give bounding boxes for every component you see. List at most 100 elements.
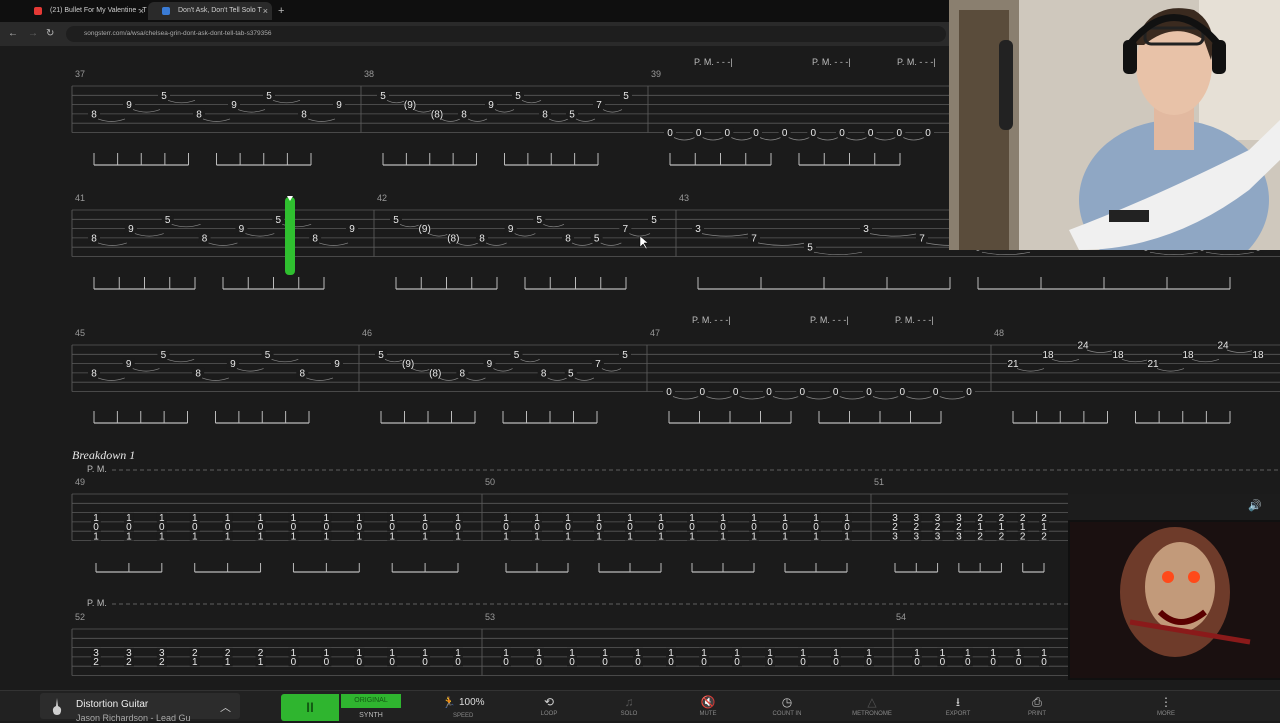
slur: [466, 377, 486, 381]
tab-note: 0: [503, 657, 509, 668]
tab-note: 0: [422, 657, 428, 668]
tab-note: 0: [701, 657, 707, 668]
slur: [757, 242, 807, 246]
tab-note: 1: [291, 532, 297, 543]
slur: [493, 368, 513, 372]
tab-note: 8: [542, 109, 548, 120]
tab-note: 0: [602, 657, 608, 668]
tab-note: 0: [696, 128, 702, 139]
slur: [874, 137, 896, 141]
tab-note: 9: [126, 359, 132, 370]
slur: [236, 368, 264, 372]
tool-count-in[interactable]: ◷ COUNT IN: [757, 695, 817, 719]
tab-note: 5: [515, 91, 521, 102]
speaker-icon[interactable]: 🔊: [1248, 499, 1262, 512]
slur: [1016, 368, 1045, 372]
slur: [457, 242, 479, 246]
slur: [439, 377, 459, 381]
pause-button[interactable]: II: [281, 694, 339, 721]
slur: [548, 118, 569, 122]
tab-note: 1: [565, 532, 571, 543]
slur: [1156, 368, 1185, 372]
tab-note: 5: [623, 91, 629, 102]
measure-number: 49: [75, 477, 85, 487]
metronome-icon: ◷: [781, 695, 793, 709]
tab-note: 8: [202, 233, 208, 244]
slur: [167, 99, 196, 104]
tool-label: METRONOME: [852, 711, 892, 717]
measure-number: 41: [75, 193, 85, 203]
speed-value[interactable]: 100%: [459, 697, 485, 708]
measure-number: 54: [896, 612, 906, 622]
tab-note: 0: [833, 387, 839, 398]
slur: [132, 109, 161, 113]
track-instrument: Distortion Guitar: [76, 699, 149, 710]
measure-number: 51: [874, 477, 884, 487]
tab-note: 8: [541, 368, 547, 379]
tab-note: 9: [230, 359, 236, 370]
slur: [202, 118, 231, 122]
palm-mute-label: P. M.: [87, 598, 107, 608]
tool-solo[interactable]: ♫ SOLO: [599, 695, 659, 719]
slur: [494, 109, 515, 113]
slur: [1051, 358, 1080, 363]
slur: [319, 242, 349, 246]
palm-mute-label: P. M. - - -|: [812, 57, 851, 67]
slur: [1205, 251, 1255, 256]
runner-icon[interactable]: 🏃: [442, 696, 456, 709]
slur: [171, 223, 201, 228]
tab-note: 0: [833, 657, 839, 668]
tool-more[interactable]: ⋮ MORE: [1136, 695, 1196, 719]
track-part: Jason Richardson - Lead Gu: [76, 713, 191, 723]
tab-note: 0: [734, 657, 740, 668]
tab-note: 8: [91, 233, 97, 244]
tool-loop[interactable]: ⟲ LOOP: [519, 695, 579, 719]
slur: [97, 242, 127, 246]
slur: [731, 137, 753, 141]
tab-note: 0: [925, 128, 931, 139]
slur: [869, 233, 919, 237]
slur: [272, 99, 301, 104]
slur: [702, 137, 724, 141]
slur: [167, 358, 195, 363]
tab-note: 0: [356, 657, 362, 668]
tab-note: 0: [324, 657, 330, 668]
tool-print[interactable]: ⎙ PRINT: [1007, 695, 1067, 719]
tab-note: 1: [159, 532, 165, 543]
tab-note: 7: [919, 233, 925, 244]
palm-mute-label: P. M.: [87, 464, 107, 474]
tool-export[interactable]: ⭳ EXPORT: [928, 695, 988, 719]
palm-mute-label: P. M. - - -|: [897, 57, 936, 67]
tab-note: 1: [324, 532, 330, 543]
tab-note: 0: [1041, 657, 1047, 668]
synth-audio-toggle[interactable]: SYNTH: [341, 710, 401, 721]
measure-number: 43: [679, 193, 689, 203]
slur: [759, 137, 781, 141]
measure-number: 38: [364, 69, 374, 79]
tool-mute[interactable]: 🔇 MUTE: [678, 695, 738, 719]
slur: [601, 368, 622, 372]
slur: [575, 118, 596, 122]
tab-note: 0: [291, 657, 297, 668]
slur: [245, 233, 275, 237]
tab-note: 0: [536, 657, 542, 668]
chevron-up-icon[interactable]: ︿: [220, 699, 231, 715]
tab-note: 8: [479, 233, 485, 244]
original-audio-toggle[interactable]: ORIGINAL: [341, 694, 401, 708]
download-icon: ⭳: [955, 695, 961, 709]
tab-note: 1: [192, 657, 198, 668]
tab-note: 1: [225, 532, 231, 543]
section-marker: Breakdown 1: [72, 448, 135, 462]
track-selector[interactable]: Distortion Guitar Jason Richardson - Lea…: [40, 693, 240, 723]
slur: [1191, 358, 1220, 363]
slur: [981, 251, 1031, 256]
playback-cursor[interactable]: [285, 196, 295, 275]
tab-note: 1: [422, 532, 428, 543]
tab-note: 1: [813, 532, 819, 543]
slur: [543, 223, 565, 228]
tab-note: 0: [666, 387, 672, 398]
tab-note: 0: [389, 657, 395, 668]
slur: [706, 396, 732, 400]
tool-metronome[interactable]: △ METRONOME: [842, 695, 902, 719]
tab-note: 9: [508, 224, 514, 235]
